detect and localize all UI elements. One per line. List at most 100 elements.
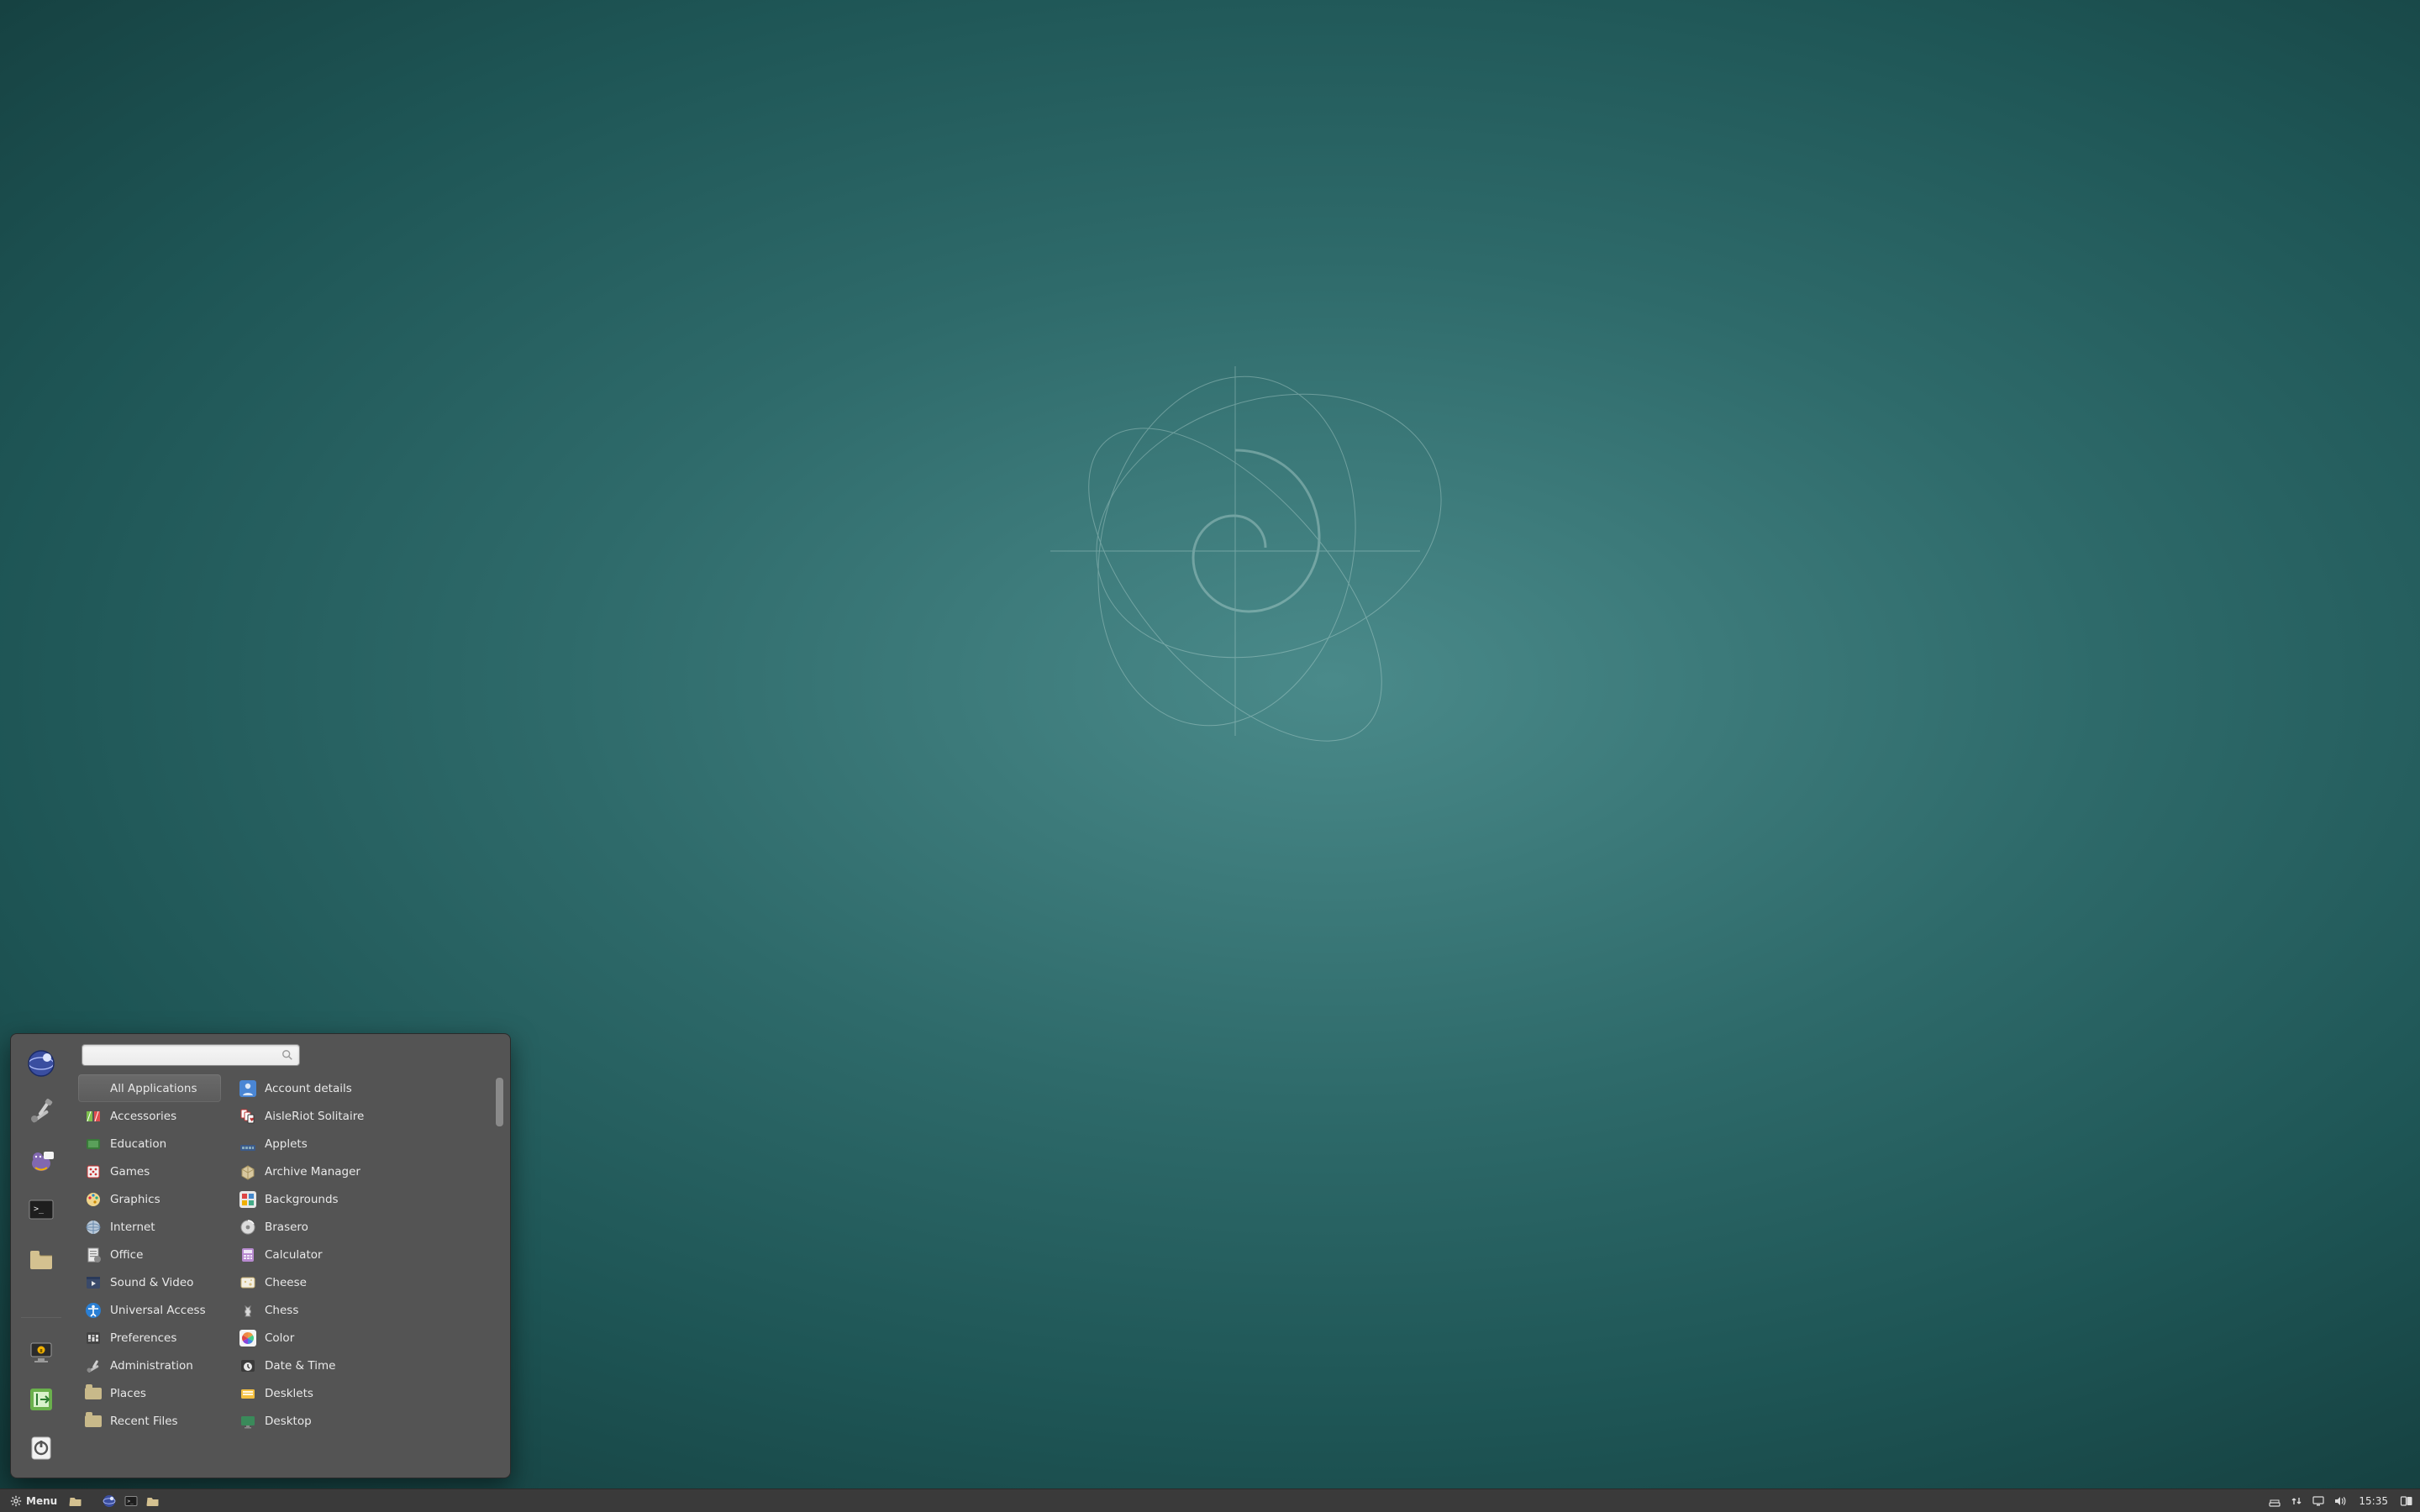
administration-icon (85, 1357, 102, 1374)
calculator-icon (239, 1247, 256, 1263)
category-label: Internet (110, 1221, 155, 1234)
account-details-icon (239, 1080, 256, 1097)
sound-video-icon (85, 1274, 102, 1291)
category-internet[interactable]: Internet (78, 1213, 221, 1241)
app-cheese[interactable]: Cheese (233, 1268, 498, 1296)
workspace-switcher[interactable] (2398, 1493, 2415, 1509)
category-accessories[interactable]: Accessories (78, 1102, 221, 1130)
logout-icon (27, 1385, 55, 1414)
office-icon (85, 1247, 102, 1263)
app-label: Chess (265, 1304, 298, 1317)
category-label: Universal Access (110, 1304, 206, 1317)
shutdown-button[interactable] (21, 1431, 61, 1466)
favorite-web-browser[interactable] (21, 1046, 61, 1081)
games-icon (85, 1163, 102, 1180)
folder-icon (69, 1494, 82, 1508)
category-label: Games (110, 1165, 150, 1179)
app-label: Color (265, 1331, 294, 1345)
app-label: Backgrounds (265, 1193, 339, 1206)
workspace-icon (2400, 1494, 2413, 1508)
app-color[interactable]: Color (233, 1324, 498, 1352)
category-label: All Applications (110, 1082, 197, 1095)
category-label: Graphics (110, 1193, 160, 1206)
color-icon (239, 1330, 256, 1347)
archive-manager-icon (239, 1163, 256, 1180)
category-label: Accessories (110, 1110, 176, 1123)
app-label: Brasero (265, 1221, 308, 1234)
solitaire-icon: ♥ (239, 1108, 256, 1125)
category-label: Sound & Video (110, 1276, 193, 1289)
svg-text:>_: >_ (34, 1205, 45, 1214)
applets-icon (239, 1136, 256, 1152)
favorite-files[interactable] (21, 1241, 61, 1276)
category-sound-video[interactable]: Sound & Video (78, 1268, 221, 1296)
app-account-details[interactable]: Account details (233, 1074, 498, 1102)
preferences-icon (85, 1330, 102, 1347)
network-arrows-icon (2290, 1494, 2303, 1508)
display-icon (2312, 1494, 2325, 1508)
network-icon[interactable] (2288, 1493, 2305, 1509)
favorite-system-settings[interactable] (21, 1095, 61, 1130)
terminal-launcher[interactable]: >_ (123, 1493, 139, 1509)
terminal-icon: >_ (27, 1195, 55, 1224)
search-icon (281, 1049, 293, 1061)
category-universal-access[interactable]: Universal Access (78, 1296, 221, 1324)
category-office[interactable]: Office (78, 1241, 221, 1268)
app-label: Archive Manager (265, 1165, 360, 1179)
logout-button[interactable] (21, 1382, 61, 1417)
applications-scrollbar[interactable] (496, 1078, 503, 1126)
menu-cog-icon (10, 1495, 22, 1507)
app-backgrounds[interactable]: Backgrounds (233, 1185, 498, 1213)
app-label: Desklets (265, 1387, 313, 1400)
category-label: Recent Files (110, 1415, 178, 1428)
tray-applet-icon[interactable] (2266, 1493, 2283, 1509)
category-graphics[interactable]: Graphics (78, 1185, 221, 1213)
category-administration[interactable]: Administration (78, 1352, 221, 1379)
tools-icon (27, 1098, 55, 1126)
menu-search-input[interactable] (82, 1044, 300, 1066)
category-recent-files[interactable]: Recent Files (78, 1407, 221, 1435)
pidgin-icon (27, 1147, 55, 1175)
app-label: AisleRiot Solitaire (265, 1110, 364, 1123)
favorite-terminal[interactable]: >_ (21, 1192, 61, 1227)
category-education[interactable]: Education (78, 1130, 221, 1158)
applications-column: Account details ♥ AisleRiot Solitaire Ap… (224, 1074, 503, 1467)
taskbar: Menu >_ 15:35 (0, 1488, 2420, 1512)
app-label: Calculator (265, 1248, 323, 1262)
file-manager-launcher[interactable] (145, 1493, 161, 1509)
favorite-messaging[interactable] (21, 1143, 61, 1179)
favorites-column: >_ (11, 1034, 71, 1478)
app-applets[interactable]: Applets (233, 1130, 498, 1158)
app-desklets[interactable]: Desklets (233, 1379, 498, 1407)
category-games[interactable]: Games (78, 1158, 221, 1185)
app-aisleriot-solitaire[interactable]: ♥ AisleRiot Solitaire (233, 1102, 498, 1130)
shutdown-icon (27, 1434, 55, 1462)
app-calculator[interactable]: Calculator (233, 1241, 498, 1268)
app-date-time[interactable]: Date & Time (233, 1352, 498, 1379)
display-icon[interactable] (2310, 1493, 2327, 1509)
app-archive-manager[interactable]: Archive Manager (233, 1158, 498, 1185)
lock-screen-button[interactable] (21, 1333, 61, 1368)
tray-dash-icon (2268, 1494, 2281, 1508)
app-chess[interactable]: Chess (233, 1296, 498, 1324)
category-preferences[interactable]: Preferences (78, 1324, 221, 1352)
category-label: Administration (110, 1359, 193, 1373)
category-all-applications[interactable]: All Applications (78, 1074, 221, 1102)
category-places[interactable]: Places (78, 1379, 221, 1407)
category-label: Preferences (110, 1331, 176, 1345)
web-browser-launcher[interactable] (101, 1493, 118, 1509)
category-label: Office (110, 1248, 143, 1262)
taskbar-clock[interactable]: 15:35 (2354, 1495, 2393, 1507)
places-icon (85, 1385, 102, 1402)
folder-icon (146, 1494, 160, 1508)
desktop-icon (239, 1413, 256, 1430)
app-desktop[interactable]: Desktop (233, 1407, 498, 1435)
files-launcher[interactable] (67, 1493, 84, 1509)
menu-button[interactable]: Menu (5, 1494, 62, 1509)
category-label: Education (110, 1137, 166, 1151)
graphics-icon (85, 1191, 102, 1208)
accessories-icon (85, 1108, 102, 1125)
app-label: Applets (265, 1137, 308, 1151)
volume-icon[interactable] (2332, 1493, 2349, 1509)
app-brasero[interactable]: Brasero (233, 1213, 498, 1241)
